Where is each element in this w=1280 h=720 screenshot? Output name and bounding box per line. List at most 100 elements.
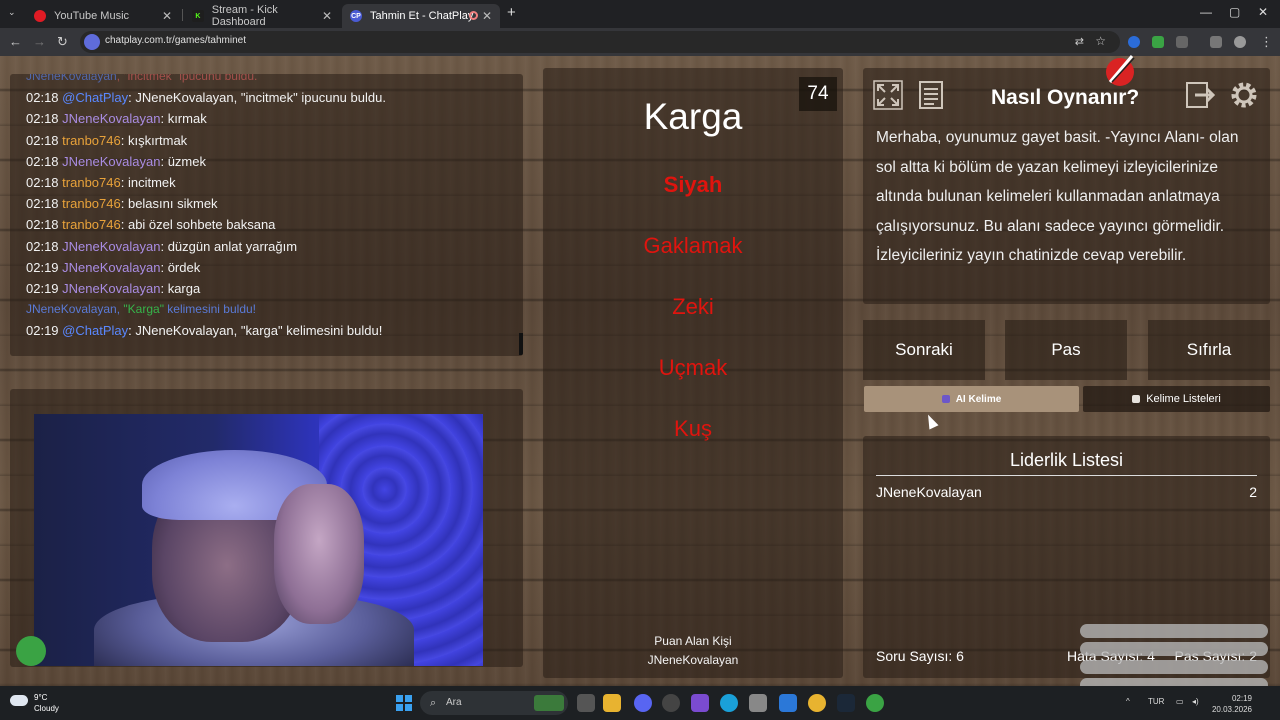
- app-icon[interactable]: [662, 694, 680, 712]
- chatplay-icon: CP: [350, 10, 362, 22]
- chrome-icon[interactable]: [866, 694, 884, 712]
- reading-list-icon[interactable]: [1210, 36, 1222, 48]
- back-icon[interactable]: ←: [9, 34, 22, 49]
- chat-message: 02:18 @ChatPlay: JNeneKovalayan, "incitm…: [26, 90, 386, 106]
- youtube-music-icon: [34, 10, 46, 22]
- chat-message: 02:18 tranbo746: belasını sikmek: [26, 196, 218, 212]
- chat-message: 02:18 tranbo746: incitmek: [26, 175, 176, 191]
- maximize-button[interactable]: ▢: [1229, 5, 1240, 19]
- word-lists-button[interactable]: Kelime Listeleri: [1083, 386, 1270, 412]
- scorer-name: JNeneKovalayan: [647, 653, 739, 667]
- windows-start-icon[interactable]: [396, 695, 412, 711]
- app-icon[interactable]: [691, 694, 709, 712]
- leaderboard-row: JNeneKovalayan 2: [876, 484, 1257, 500]
- fullscreen-icon[interactable]: [871, 79, 905, 111]
- game-panel: 74 Karga Siyah Gaklamak Zeki Uçmak Kuş P…: [543, 68, 843, 678]
- how-to-play-text: Merhaba, oyunumuz gayet basit. -Yayıncı …: [876, 129, 1239, 264]
- network-icon[interactable]: ▭: [1176, 697, 1184, 706]
- puzzle-extensions-icon[interactable]: [1176, 36, 1188, 48]
- leader-score: 2: [1249, 484, 1257, 500]
- tab-strip: ⌄ YouTube Music ✕ K Stream - Kick Dashbo…: [0, 0, 1280, 28]
- new-tab-button[interactable]: +: [507, 4, 516, 21]
- green-circle-button[interactable]: [16, 636, 46, 666]
- close-icon[interactable]: ✕: [162, 9, 172, 23]
- notification-toast: [1080, 642, 1268, 656]
- webcam-video: [34, 414, 483, 666]
- notification-toast: [1080, 678, 1268, 686]
- tab-tahmin-et[interactable]: CP Tahmin Et - ChatPlay ✕: [342, 4, 500, 28]
- url-input[interactable]: chatplay.com.tr/games/tahminet ⇄ ☆: [80, 31, 1120, 53]
- forward-icon[interactable]: →: [33, 34, 46, 49]
- mouse-cursor: [923, 412, 939, 430]
- chat-message: 02:18 JNeneKovalayan: kırmak: [26, 111, 207, 127]
- notification-toast: [1080, 624, 1268, 638]
- tab-youtube-music[interactable]: YouTube Music ✕: [26, 4, 180, 28]
- language-indicator[interactable]: TUR: [1148, 697, 1164, 706]
- ai-word-button[interactable]: AI Kelime: [864, 386, 1079, 412]
- tab-title: Stream - Kick Dashboard: [211, 4, 278, 28]
- next-button[interactable]: Sonraki: [863, 320, 985, 380]
- search-icon: ⌕: [430, 697, 437, 709]
- scorer-label: Puan Alan Kişi: [654, 634, 732, 648]
- exit-icon[interactable]: [1183, 79, 1217, 111]
- game-page: JNeneKovalayan, "incitmek" ipucunu buldu…: [0, 56, 1280, 686]
- volume-icon[interactable]: ◂): [1192, 697, 1199, 706]
- forbidden-word: Zeki: [672, 294, 714, 319]
- weather-widget[interactable]: 9°C Cloudy: [10, 692, 59, 714]
- notification-stack: [1080, 624, 1268, 686]
- chat-message: 02:18 tranbo746: kışkırtmak: [26, 132, 188, 148]
- chat-message: 02:19 JNeneKovalayan: karga: [26, 281, 201, 297]
- chat-panel: JNeneKovalayan, "incitmek" ipucunu buldu…: [10, 74, 523, 356]
- clock[interactable]: 02:19 20.03.2026: [1204, 693, 1252, 715]
- forbidden-word: Kuş: [674, 416, 712, 441]
- chat-message: 02:19 @ChatPlay: JNeneKovalayan, "karga"…: [26, 323, 383, 339]
- bookmark-star-icon[interactable]: ☆: [1095, 34, 1106, 48]
- profile-avatar[interactable]: [1234, 36, 1246, 48]
- chrome-icon[interactable]: [808, 694, 826, 712]
- menu-dots-icon[interactable]: ⋮: [1260, 34, 1273, 50]
- chat-scrollbar[interactable]: [519, 333, 523, 355]
- chat-message: 02:18 JNeneKovalayan: üzmek: [26, 153, 206, 169]
- chat-line-partial: JNeneKovalayan, "incitmek" ipucunu buldu…: [26, 74, 258, 83]
- mail-icon[interactable]: [779, 694, 797, 712]
- taskbar-search-input[interactable]: ⌕ Ara: [420, 691, 568, 715]
- robot-icon: [941, 395, 950, 403]
- tab-search-icon[interactable]: ⌄: [8, 7, 16, 18]
- store-icon[interactable]: [749, 694, 767, 712]
- forbidden-word: Uçmak: [658, 355, 728, 380]
- close-window-button[interactable]: ✕: [1258, 5, 1268, 19]
- minimize-button[interactable]: —: [1200, 5, 1212, 19]
- task-view-icon[interactable]: [577, 694, 595, 712]
- translate-icon[interactable]: ⇄: [1075, 35, 1084, 48]
- how-to-play-title: Nasıl Oynanır?: [991, 86, 1140, 109]
- search-highlight-icon: [534, 695, 564, 711]
- gear-icon[interactable]: [1227, 79, 1261, 111]
- question-count: Soru Sayısı: 6: [876, 648, 964, 664]
- reload-icon[interactable]: ↻: [57, 34, 68, 50]
- file-explorer-icon[interactable]: [603, 694, 621, 712]
- tab-title: Tahmin Et - ChatPlay: [370, 10, 474, 22]
- notification-toast: [1080, 660, 1268, 674]
- notes-icon[interactable]: [914, 79, 948, 111]
- kick-icon: K: [192, 10, 204, 22]
- cloud-icon: [10, 695, 28, 706]
- tab-kick-dashboard[interactable]: K Stream - Kick Dashboard ✕: [184, 4, 340, 28]
- chat-message: 02:18 tranbo746: abi özel sohbete baksan…: [26, 217, 276, 233]
- chatplay-logo: [1106, 55, 1135, 86]
- pass-button[interactable]: Pas: [1005, 320, 1127, 380]
- site-info-icon[interactable]: [84, 34, 100, 50]
- chevron-up-icon[interactable]: ^: [1126, 697, 1130, 706]
- reset-button[interactable]: Sıfırla: [1148, 320, 1270, 380]
- discord-icon[interactable]: [634, 694, 652, 712]
- close-icon[interactable]: ✕: [482, 9, 492, 23]
- url-text: chatplay.com.tr/games/tahminet: [105, 35, 246, 46]
- forbidden-word: Siyah: [663, 172, 723, 197]
- extension-icon[interactable]: [1152, 36, 1164, 48]
- close-icon[interactable]: ✕: [322, 9, 332, 23]
- extension-icon[interactable]: [1128, 36, 1140, 48]
- chat-system-line: JNeneKovalayan, "Karga" kelimesini buldu…: [26, 302, 256, 317]
- address-bar: ← → ↻ chatplay.com.tr/games/tahminet ⇄ ☆…: [0, 28, 1280, 56]
- edge-icon[interactable]: [720, 694, 738, 712]
- leaderboard-title: Liderlik Listesi: [1009, 450, 1124, 470]
- steam-icon[interactable]: [837, 694, 855, 712]
